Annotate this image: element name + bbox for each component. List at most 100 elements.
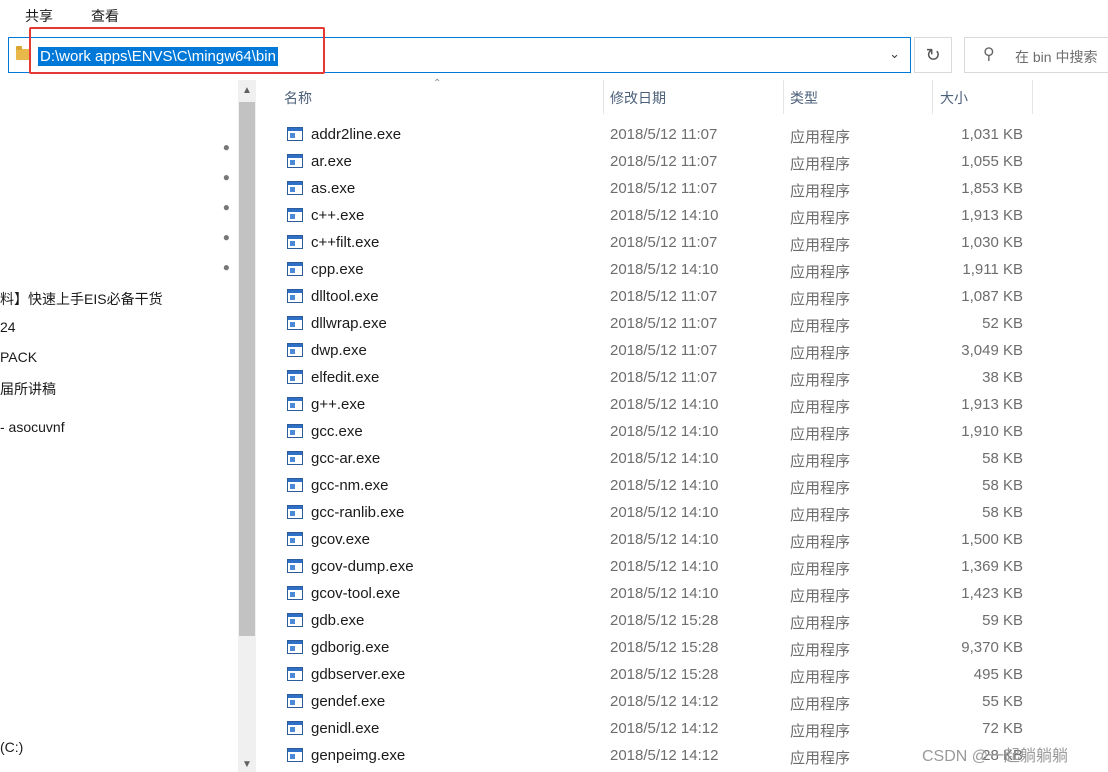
- file-row[interactable]: dlltool.exe 2018/5/12 11:07 应用程序 1,087 KB: [0, 284, 1108, 311]
- column-header-type[interactable]: 类型: [790, 88, 818, 110]
- exe-file-icon: [287, 127, 303, 141]
- column-divider[interactable]: [783, 80, 784, 114]
- file-row[interactable]: gdbserver.exe 2018/5/12 15:28 应用程序 495 KB: [0, 662, 1108, 689]
- column-divider[interactable]: [932, 80, 933, 114]
- column-divider[interactable]: [1032, 80, 1033, 114]
- exe-file-icon: [287, 451, 303, 465]
- file-size: 1,853 KB: [961, 180, 1023, 197]
- file-row[interactable]: gcc.exe 2018/5/12 14:10 应用程序 1,910 KB: [0, 419, 1108, 446]
- file-row[interactable]: gcov.exe 2018/5/12 14:10 应用程序 1,500 KB: [0, 527, 1108, 554]
- file-type: 应用程序: [790, 264, 851, 281]
- exe-file-icon: [287, 208, 303, 222]
- search-icon: ⚲: [983, 46, 995, 63]
- file-size: 9,370 KB: [961, 639, 1023, 656]
- file-row[interactable]: gdborig.exe 2018/5/12 15:28 应用程序 9,370 KB: [0, 635, 1108, 662]
- exe-file-icon: [287, 721, 303, 735]
- file-size: 38 KB: [982, 369, 1023, 386]
- tab-view[interactable]: 查看: [91, 6, 119, 26]
- file-type: 应用程序: [790, 129, 851, 146]
- file-size: 1,913 KB: [961, 207, 1023, 224]
- exe-file-icon: [287, 667, 303, 681]
- file-type: 应用程序: [790, 696, 851, 713]
- file-date: 2018/5/12 14:10: [610, 261, 719, 278]
- file-row[interactable]: g++.exe 2018/5/12 14:10 应用程序 1,913 KB: [0, 392, 1108, 419]
- file-name: addr2line.exe: [311, 126, 402, 143]
- file-type: 应用程序: [790, 561, 851, 578]
- file-size: 58 KB: [982, 450, 1023, 467]
- file-type: 应用程序: [790, 669, 851, 686]
- file-date: 2018/5/12 14:12: [610, 747, 719, 764]
- file-type: 应用程序: [790, 372, 851, 389]
- scroll-up-icon[interactable]: ▲: [238, 85, 256, 96]
- file-row[interactable]: gcov-tool.exe 2018/5/12 14:10 应用程序 1,423 KB: [0, 581, 1108, 608]
- exe-file-icon: [287, 640, 303, 654]
- file-row[interactable]: gendef.exe 2018/5/12 14:12 应用程序 55 KB: [0, 689, 1108, 716]
- file-date: 2018/5/12 11:07: [610, 234, 718, 251]
- file-name: dwp.exe: [311, 342, 367, 359]
- file-row[interactable]: gcc-ar.exe 2018/5/12 14:10 应用程序 58 KB: [0, 446, 1108, 473]
- file-name: gcc-ar.exe: [311, 450, 381, 467]
- file-row[interactable]: gdb.exe 2018/5/12 15:28 应用程序 59 KB: [0, 608, 1108, 635]
- file-date: 2018/5/12 15:28: [610, 639, 719, 656]
- file-row[interactable]: dwp.exe 2018/5/12 11:07 应用程序 3,049 KB: [0, 338, 1108, 365]
- file-row[interactable]: genidl.exe 2018/5/12 14:12 应用程序 72 KB: [0, 716, 1108, 743]
- file-row[interactable]: elfedit.exe 2018/5/12 11:07 应用程序 38 KB: [0, 365, 1108, 392]
- file-row[interactable]: cpp.exe 2018/5/12 14:10 应用程序 1,911 KB: [0, 257, 1108, 284]
- search-placeholder: 在 bin 中搜索: [1015, 49, 1098, 65]
- file-type: 应用程序: [790, 399, 851, 416]
- file-type: 应用程序: [790, 156, 851, 173]
- ribbon-bar: 共享 查看: [0, 0, 1108, 30]
- file-row[interactable]: gcc-ranlib.exe 2018/5/12 14:10 应用程序 58 KB: [0, 500, 1108, 527]
- file-type: 应用程序: [790, 426, 851, 443]
- tab-share[interactable]: 共享: [25, 6, 53, 26]
- search-box[interactable]: ⚲ 在 bin 中搜索: [964, 37, 1108, 73]
- file-size: 1,030 KB: [961, 234, 1023, 251]
- exe-file-icon: [287, 586, 303, 600]
- file-size: 58 KB: [982, 477, 1023, 494]
- file-size: 1,911 KB: [962, 261, 1023, 278]
- exe-file-icon: [287, 478, 303, 492]
- file-size: 1,031 KB: [961, 126, 1023, 143]
- file-date: 2018/5/12 11:07: [610, 315, 718, 332]
- file-date: 2018/5/12 14:12: [610, 720, 719, 737]
- file-date: 2018/5/12 11:07: [610, 288, 718, 305]
- file-name: elfedit.exe: [311, 369, 380, 386]
- chevron-down-icon[interactable]: ⌄: [889, 46, 900, 62]
- file-name: c++.exe: [311, 207, 365, 224]
- file-name: gdb.exe: [311, 612, 365, 629]
- file-name: genidl.exe: [311, 720, 380, 737]
- file-size: 1,500 KB: [961, 531, 1023, 548]
- file-row[interactable]: ar.exe 2018/5/12 11:07 应用程序 1,055 KB: [0, 149, 1108, 176]
- file-row[interactable]: gcov-dump.exe 2018/5/12 14:10 应用程序 1,369 KB: [0, 554, 1108, 581]
- file-date: 2018/5/12 15:28: [610, 666, 719, 683]
- file-type: 应用程序: [790, 345, 851, 362]
- file-date: 2018/5/12 14:10: [610, 531, 719, 548]
- file-size: 58 KB: [982, 504, 1023, 521]
- file-row[interactable]: addr2line.exe 2018/5/12 11:07 应用程序 1,031 KB: [0, 122, 1108, 149]
- column-header-date[interactable]: 修改日期: [610, 88, 666, 110]
- file-type: 应用程序: [790, 642, 851, 659]
- column-divider[interactable]: [603, 80, 604, 114]
- file-row[interactable]: c++.exe 2018/5/12 14:10 应用程序 1,913 KB: [0, 203, 1108, 230]
- file-size: 3,049 KB: [961, 342, 1023, 359]
- file-type: 应用程序: [790, 480, 851, 497]
- file-row[interactable]: c++filt.exe 2018/5/12 11:07 应用程序 1,030 KB: [0, 230, 1108, 257]
- file-date: 2018/5/12 14:12: [610, 693, 719, 710]
- file-date: 2018/5/12 15:28: [610, 612, 719, 629]
- file-row[interactable]: as.exe 2018/5/12 11:07 应用程序 1,853 KB: [0, 176, 1108, 203]
- file-name: g++.exe: [311, 396, 366, 413]
- file-row[interactable]: dllwrap.exe 2018/5/12 11:07 应用程序 52 KB: [0, 311, 1108, 338]
- refresh-button[interactable]: ↻: [914, 37, 952, 73]
- file-row[interactable]: gcc-nm.exe 2018/5/12 14:10 应用程序 58 KB: [0, 473, 1108, 500]
- file-size: 1,910 KB: [961, 423, 1023, 440]
- column-header-name[interactable]: 名称: [284, 88, 312, 110]
- file-name: cpp.exe: [311, 261, 364, 278]
- file-size: 1,055 KB: [961, 153, 1023, 170]
- exe-file-icon: [287, 748, 303, 762]
- exe-file-icon: [287, 181, 303, 195]
- file-name: ar.exe: [311, 153, 352, 170]
- file-date: 2018/5/12 11:07: [610, 126, 718, 143]
- exe-file-icon: [287, 370, 303, 384]
- column-header-size[interactable]: 大小: [940, 88, 968, 110]
- file-date: 2018/5/12 11:07: [610, 180, 718, 197]
